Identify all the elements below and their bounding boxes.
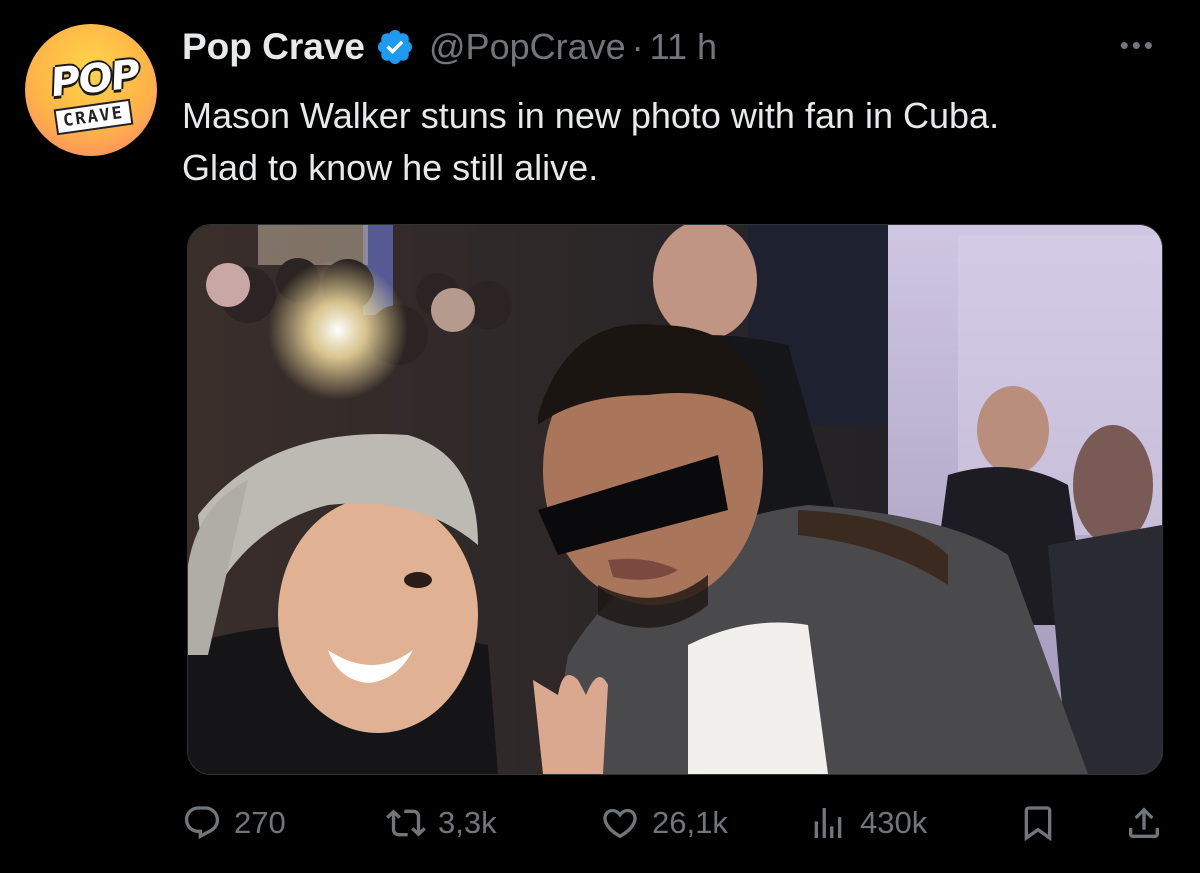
tweet-text: Mason Walker stuns in new photo with fan… (182, 95, 1000, 188)
repost-button[interactable]: 3,3k (386, 800, 497, 846)
tweet-header: Pop Crave @PopCrave · 11 h (182, 22, 717, 72)
handle[interactable]: @PopCrave (429, 26, 626, 68)
view-count: 430k (860, 805, 928, 840)
timestamp[interactable]: 11 h (650, 26, 717, 68)
verified-badge-icon[interactable] (375, 27, 415, 67)
logo-text-pop: POP (49, 51, 139, 107)
reply-button[interactable]: 270 (182, 800, 286, 846)
tweet-photo[interactable] (187, 224, 1163, 775)
display-name[interactable]: Pop Crave (182, 26, 365, 68)
views-button[interactable]: 430k (808, 800, 927, 846)
bookmark-button[interactable] (1018, 800, 1058, 846)
bookmark-icon (1024, 806, 1052, 842)
like-count: 26,1k (652, 805, 728, 840)
more-options-button[interactable]: ••• (1120, 30, 1156, 61)
share-button[interactable] (1124, 800, 1164, 846)
share-icon (1129, 807, 1159, 838)
tweet-action-bar: 270 3,3k 26,1k 430k (0, 800, 1200, 846)
like-button[interactable]: 26,1k (600, 800, 728, 846)
avatar[interactable]: POP CRAVE (25, 24, 157, 156)
repost-count: 3,3k (438, 805, 497, 840)
pop-crave-logo: POP CRAVE (31, 40, 151, 140)
repost-icon (386, 809, 426, 837)
reply-count: 270 (234, 805, 286, 840)
photo-illustration (188, 225, 1162, 774)
separator-dot: · (631, 26, 644, 67)
reply-icon (184, 806, 220, 840)
views-icon (814, 808, 842, 838)
heart-icon (603, 808, 637, 839)
